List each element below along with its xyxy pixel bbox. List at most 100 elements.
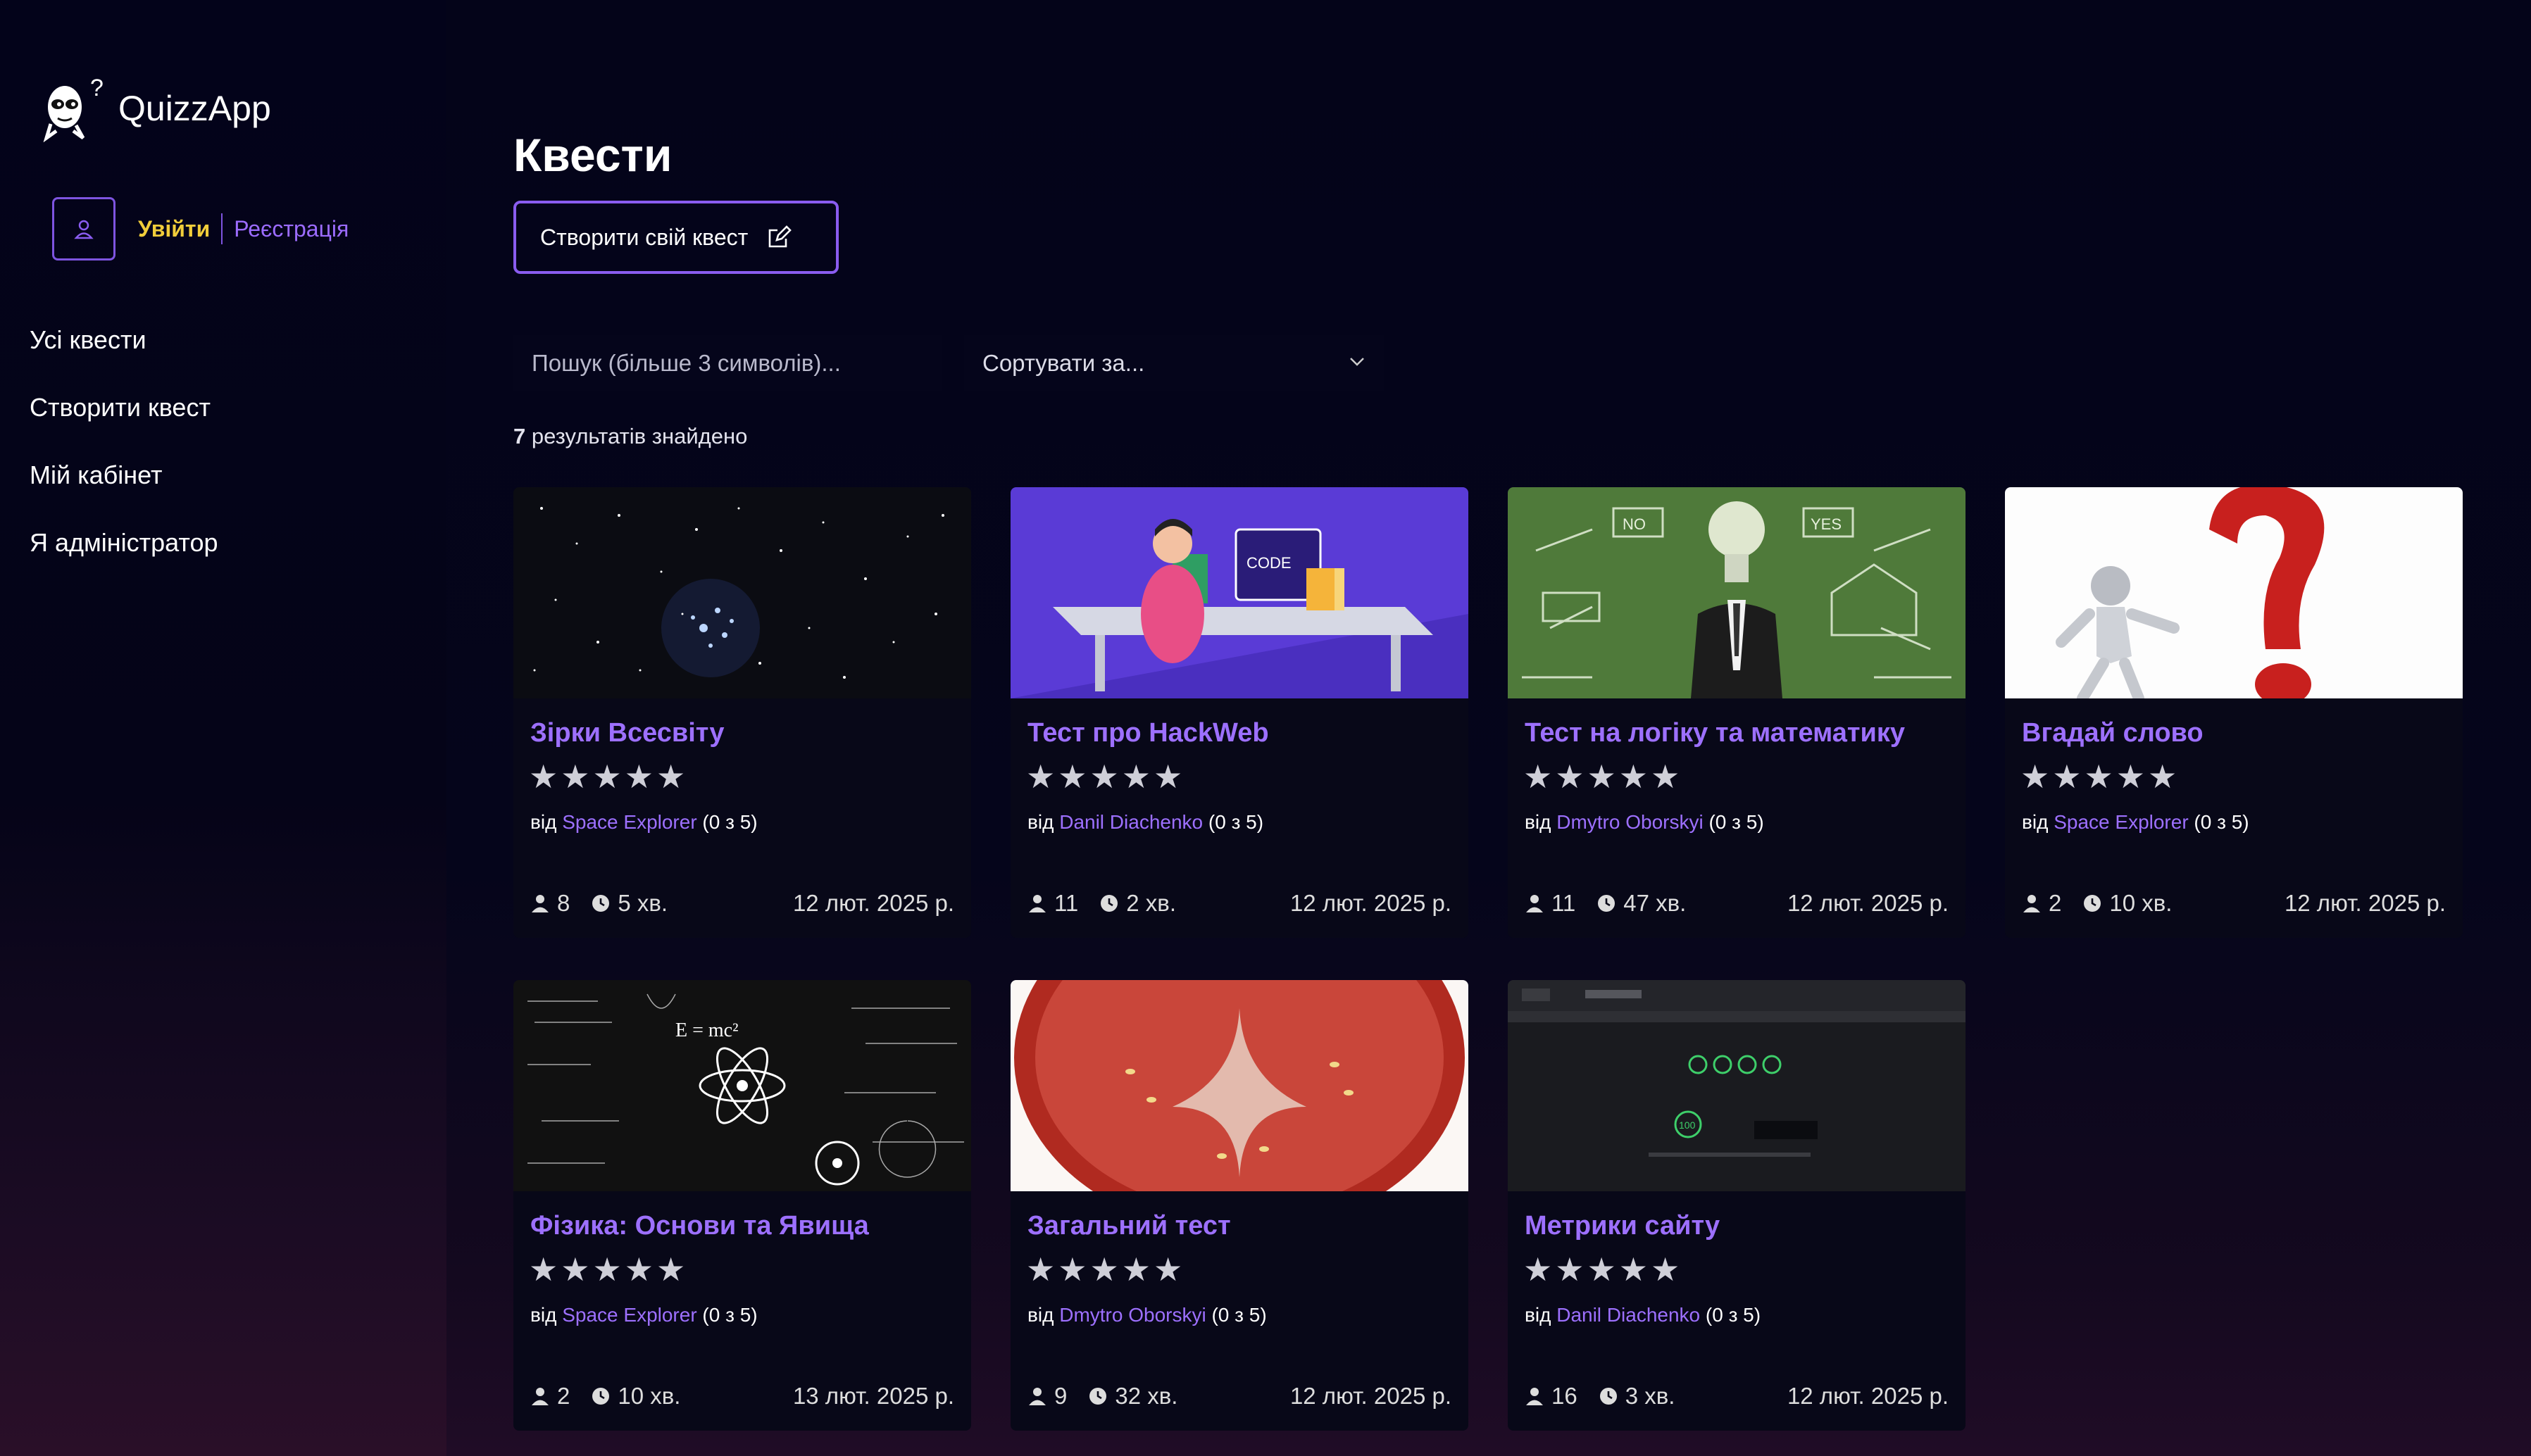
quest-date: 12 лют. 2025 р. bbox=[1787, 890, 1949, 916]
players-icon bbox=[1029, 895, 1046, 912]
quest-image-question bbox=[2005, 487, 2463, 698]
author-prefix: від bbox=[1027, 1304, 1060, 1326]
auth-area: Увійти Реєстрація bbox=[52, 197, 349, 261]
alien-logo-icon: ? bbox=[43, 75, 104, 142]
auth-separator bbox=[221, 213, 223, 244]
quest-card-body: Зірки Всесвіту ★★★★★ від Space Explorer … bbox=[513, 698, 971, 936]
clock-icon bbox=[592, 1388, 610, 1405]
results-count: 7 результатів знайдено bbox=[513, 424, 747, 449]
quest-card[interactable]: 100 Метрики сайту ★★★★★ від Danil Diache… bbox=[1508, 980, 1966, 1431]
author-link[interactable]: Danil Diachenko bbox=[1059, 811, 1203, 833]
clock-icon bbox=[1598, 895, 1616, 912]
code-text: CODE bbox=[1246, 554, 1292, 572]
quest-title[interactable]: Метрики сайту bbox=[1525, 1211, 1720, 1241]
author-prefix: від bbox=[1525, 811, 1557, 833]
quest-title[interactable]: Вгадай слово bbox=[2022, 718, 2204, 748]
sort-label: Сортувати за... bbox=[982, 350, 1145, 376]
quest-image-physics: E = mc² bbox=[513, 980, 971, 1191]
quest-meta: 2 10 хв. 13 лют. 2025 р. bbox=[530, 1383, 954, 1410]
app-name: QuizzApp bbox=[118, 89, 271, 128]
quest-card[interactable]: NO YES Тест на логіку та математику ★★★★… bbox=[1508, 487, 1966, 938]
quest-author: від Space Explorer (0 з 5) bbox=[2022, 811, 2249, 834]
logo[interactable]: ? QuizzApp bbox=[41, 75, 271, 142]
players-count: 11 bbox=[1551, 890, 1576, 916]
author-prefix: від bbox=[2022, 811, 2054, 833]
quest-card[interactable]: Вгадай слово ★★★★★ від Space Explorer (0… bbox=[2005, 487, 2463, 938]
author-link[interactable]: Space Explorer bbox=[2054, 811, 2188, 833]
register-link[interactable]: Реєстрація bbox=[234, 216, 349, 242]
nav-item-create-quest[interactable]: Створити квест bbox=[30, 391, 218, 459]
nav-item-all-quests[interactable]: Усі квести bbox=[30, 324, 218, 391]
score-text: 100 bbox=[1679, 1119, 1696, 1131]
rating-stars: ★★★★★ bbox=[529, 758, 689, 795]
results-text: результатів знайдено bbox=[525, 424, 748, 448]
quest-duration: 32 хв. bbox=[1115, 1383, 1178, 1409]
yes-text: YES bbox=[1811, 515, 1842, 533]
search-input[interactable] bbox=[513, 335, 942, 391]
quest-date: 12 лют. 2025 р. bbox=[2284, 890, 2446, 916]
quest-image-logic: NO YES bbox=[1508, 487, 1966, 698]
quest-title[interactable]: Тест про HackWeb bbox=[1027, 718, 1269, 748]
quest-duration: 3 хв. bbox=[1625, 1383, 1675, 1409]
quest-card[interactable]: Зірки Всесвіту ★★★★★ від Space Explorer … bbox=[513, 487, 971, 938]
quest-date: 12 лют. 2025 р. bbox=[1289, 1383, 1451, 1409]
quest-card-body: Тест на логіку та математику ★★★★★ від D… bbox=[1508, 698, 1966, 936]
quest-card[interactable]: CODE Тест про HackWeb ★★★★★ від Danil Di… bbox=[1011, 487, 1468, 938]
emc-text: E = mc² bbox=[675, 1019, 739, 1041]
rating-text: (0 з 5) bbox=[1703, 811, 1764, 833]
quest-image-stars bbox=[513, 487, 971, 698]
quest-card-body: Метрики сайту ★★★★★ від Danil Diachenko … bbox=[1508, 1191, 1966, 1429]
players-count: 9 bbox=[1054, 1383, 1068, 1409]
nav-item-my-cabinet[interactable]: Мій кабінет bbox=[30, 459, 218, 527]
page-title: Квести bbox=[513, 129, 673, 181]
quest-title[interactable]: Фізика: Основи та Явища bbox=[530, 1211, 869, 1241]
players-count: 8 bbox=[557, 890, 570, 916]
quest-date: 12 лют. 2025 р. bbox=[1289, 890, 1451, 916]
quest-image-metrics: 100 bbox=[1508, 980, 1966, 1191]
quest-duration: 5 хв. bbox=[618, 890, 668, 916]
clock-icon bbox=[1599, 1388, 1617, 1405]
rating-text: (0 з 5) bbox=[696, 1304, 758, 1326]
chevron-down-icon bbox=[1350, 358, 1364, 366]
players-icon bbox=[1029, 1388, 1046, 1405]
quest-author: від Dmytro Oborskyi (0 з 5) bbox=[1027, 1304, 1267, 1326]
create-quest-button[interactable]: Створити свій квест bbox=[513, 201, 839, 274]
clock-icon bbox=[1089, 1388, 1107, 1405]
sidebar: ? QuizzApp Увійти Реєстрація Усі квести … bbox=[0, 0, 446, 1456]
author-link[interactable]: Space Explorer bbox=[562, 811, 696, 833]
author-prefix: від bbox=[530, 1304, 563, 1326]
rating-stars: ★★★★★ bbox=[1523, 1251, 1683, 1288]
quest-author: від Space Explorer (0 з 5) bbox=[530, 1304, 758, 1326]
results-number: 7 bbox=[513, 424, 526, 448]
rating-text: (0 з 5) bbox=[696, 811, 758, 833]
quest-title[interactable]: Зірки Всесвіту bbox=[530, 718, 724, 748]
quest-card-body: Вгадай слово ★★★★★ від Space Explorer (0… bbox=[2005, 698, 2463, 936]
author-link[interactable]: Space Explorer bbox=[562, 1304, 696, 1326]
nav-item-admin[interactable]: Я адміністратор bbox=[30, 527, 218, 594]
quest-title[interactable]: Загальний тест bbox=[1027, 1211, 1231, 1241]
players-icon bbox=[1526, 1388, 1543, 1405]
user-button[interactable] bbox=[52, 197, 115, 261]
sidebar-nav: Усі квести Створити квест Мій кабінет Я … bbox=[30, 324, 218, 594]
quest-duration: 47 хв. bbox=[1623, 890, 1687, 916]
author-link[interactable]: Danil Diachenko bbox=[1556, 1304, 1700, 1326]
quest-title[interactable]: Тест на логіку та математику bbox=[1525, 718, 1905, 748]
sort-select[interactable]: Сортувати за... bbox=[964, 335, 1384, 391]
players-count: 2 bbox=[557, 1383, 570, 1409]
quest-card[interactable]: E = mc² Фізика: Основи та Явища ★★★★★ ві… bbox=[513, 980, 971, 1431]
quest-duration: 2 хв. bbox=[1126, 890, 1176, 916]
author-link[interactable]: Dmytro Oborskyi bbox=[1556, 811, 1703, 833]
quest-card-body: Загальний тест ★★★★★ від Dmytro Oborskyi… bbox=[1011, 1191, 1468, 1429]
clock-icon bbox=[592, 895, 610, 912]
main-content: Квести Створити свій квест Сортувати за.… bbox=[446, 0, 2531, 1456]
author-link[interactable]: Dmytro Oborskyi bbox=[1059, 1304, 1206, 1326]
quest-author: від Space Explorer (0 з 5) bbox=[530, 811, 758, 834]
players-icon bbox=[532, 1388, 549, 1405]
quest-image-tomato bbox=[1011, 980, 1468, 1191]
login-link[interactable]: Увійти bbox=[138, 216, 210, 242]
rating-stars: ★★★★★ bbox=[1026, 1251, 1186, 1288]
quest-meta: 2 10 хв. 12 лют. 2025 р. bbox=[2022, 890, 2446, 917]
author-prefix: від bbox=[530, 811, 563, 833]
svg-text:?: ? bbox=[90, 75, 104, 101]
quest-card[interactable]: Загальний тест ★★★★★ від Dmytro Oborskyi… bbox=[1011, 980, 1468, 1431]
